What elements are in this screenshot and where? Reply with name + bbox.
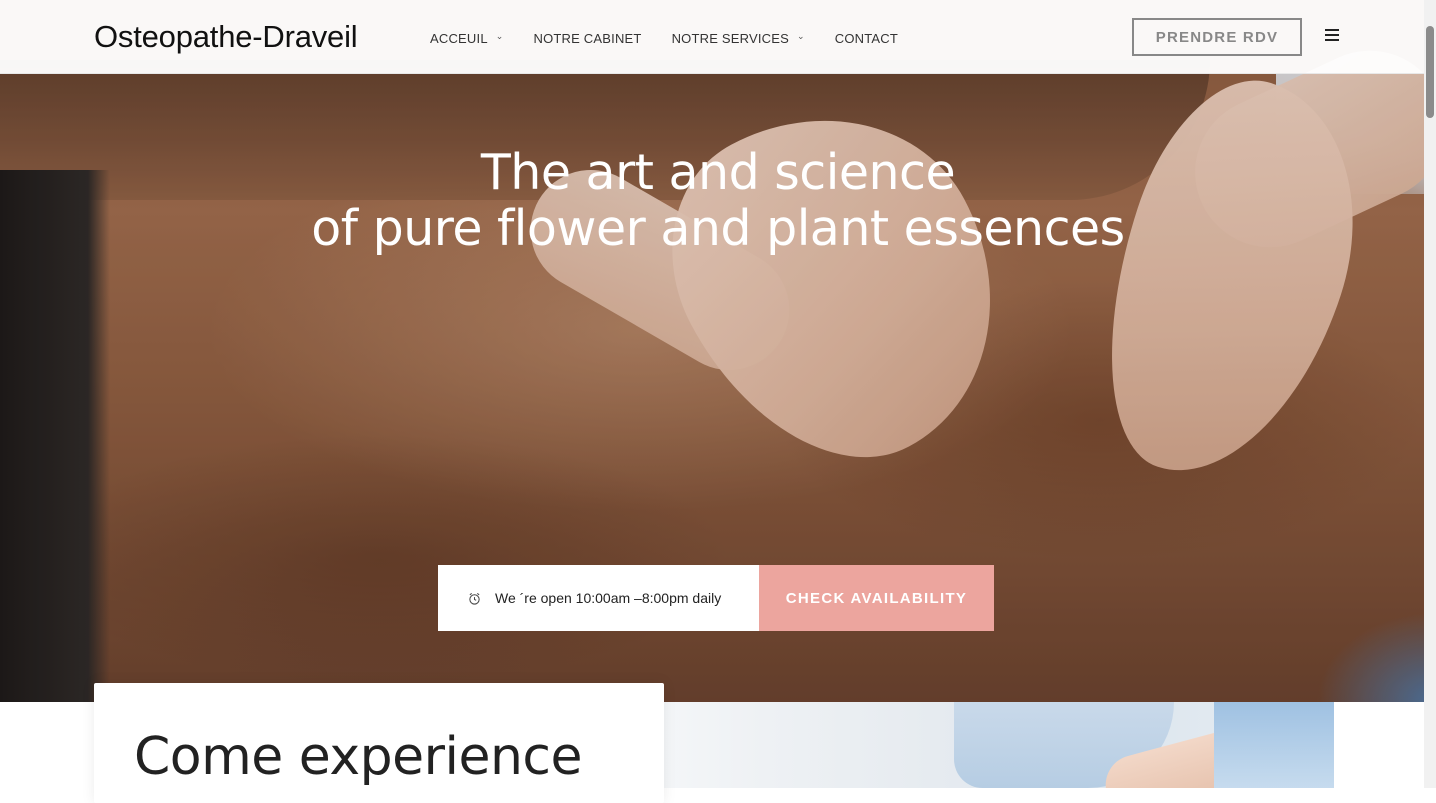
check-availability-button[interactable]: CHECK AVAILABILITY [759,565,994,631]
nav-item-label: CONTACT [834,31,898,46]
nav-item-label: NOTRE CABINET [533,31,642,46]
site-logo[interactable]: Osteopathe-Draveil [94,19,358,55]
hero-title: The art and science of pure flower and p… [0,145,1436,257]
chevron-down-icon: ⌄ [796,31,805,41]
page-scrollbar[interactable] [1424,0,1436,788]
intro-heading: Come experience [134,727,583,787]
nav-item-label: ACCEUIL [430,31,488,46]
nav-item-acceuil[interactable]: ACCEUIL ⌄ [430,31,504,46]
hero-title-line-2: of pure flower and plant essences [311,200,1125,257]
nav-item-notre-cabinet[interactable]: NOTRE CABINET [534,31,642,46]
intro-card: Come experience [94,683,664,803]
hamburger-icon[interactable] [1325,29,1339,43]
nav-item-contact[interactable]: CONTACT [835,31,898,46]
site-header: Osteopathe-Draveil ACCEUIL ⌄ NOTRE CABIN… [0,0,1436,74]
availability-bar: We ´re open 10:00am –8:00pm daily CHECK … [438,565,994,631]
scrollbar-thumb[interactable] [1426,26,1434,118]
treatment-photo [664,702,1334,788]
alarm-clock-icon [469,592,480,605]
prendre-rdv-button[interactable]: PRENDRE RDV [1132,18,1302,56]
nav-item-label: NOTRE SERVICES [671,31,789,46]
nav-item-notre-services[interactable]: NOTRE SERVICES ⌄ [672,31,805,46]
opening-hours-text: We ´re open 10:00am –8:00pm daily [495,590,722,606]
hero-title-line-1: The art and science [480,144,956,201]
opening-hours: We ´re open 10:00am –8:00pm daily [438,565,759,631]
main-nav: ACCEUIL ⌄ NOTRE CABINET NOTRE SERVICES ⌄… [430,31,928,46]
chevron-down-icon: ⌄ [495,31,504,41]
